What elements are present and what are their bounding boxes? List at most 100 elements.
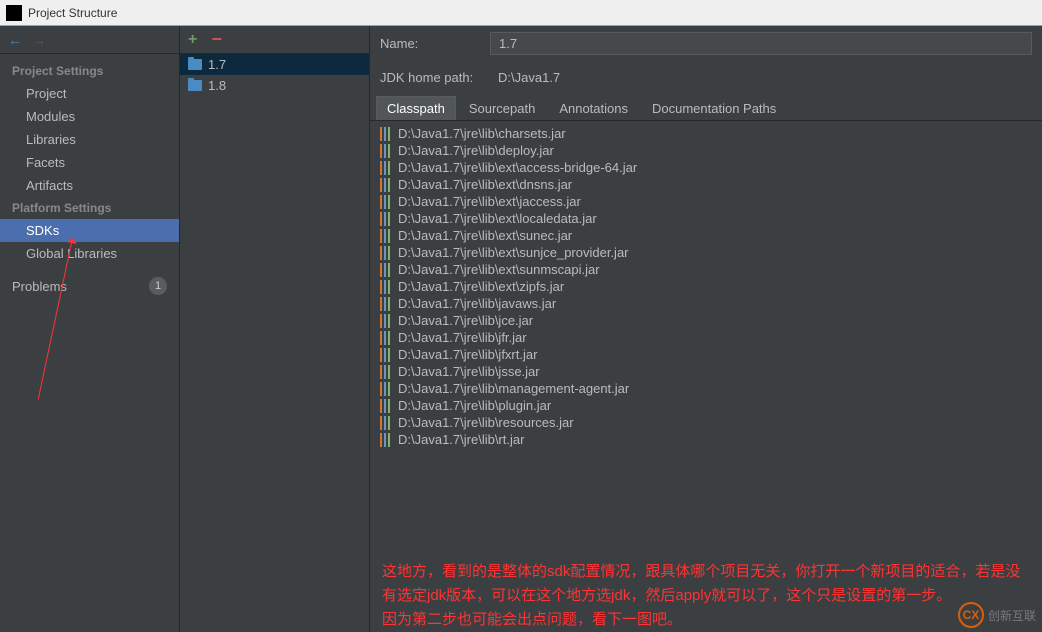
jar-icon <box>380 314 392 328</box>
classpath-entry[interactable]: D:\Java1.7\jre\lib\ext\sunjce_provider.j… <box>370 244 1042 261</box>
classpath-entry[interactable]: D:\Java1.7\jre\lib\jfxrt.jar <box>370 346 1042 363</box>
jar-icon <box>380 348 392 362</box>
jar-icon <box>380 195 392 209</box>
sidebar-item-sdks[interactable]: SDKs <box>0 219 179 242</box>
tab-documentation-paths[interactable]: Documentation Paths <box>641 96 787 120</box>
titlebar: Project Structure <box>0 0 1042 26</box>
sidebar-item-global-libraries[interactable]: Global Libraries <box>0 242 179 265</box>
classpath-entry[interactable]: D:\Java1.7\jre\lib\ext\sunec.jar <box>370 227 1042 244</box>
classpath-path: D:\Java1.7\jre\lib\ext\dnsns.jar <box>398 177 572 192</box>
classpath-path: D:\Java1.7\jre\lib\deploy.jar <box>398 143 554 158</box>
sidebar-item-problems[interactable]: Problems 1 <box>0 273 179 299</box>
jar-icon <box>380 144 392 158</box>
classpath-entry[interactable]: D:\Java1.7\jre\lib\resources.jar <box>370 414 1042 431</box>
sdk-label: 1.7 <box>208 57 226 72</box>
classpath-entry[interactable]: D:\Java1.7\jre\lib\jfr.jar <box>370 329 1042 346</box>
platform-settings-header: Platform Settings <box>0 197 179 219</box>
folder-icon <box>188 59 202 70</box>
classpath-path: D:\Java1.7\jre\lib\resources.jar <box>398 415 574 430</box>
watermark-text: 创新互联 <box>988 607 1036 624</box>
jar-icon <box>380 246 392 260</box>
classpath-entry[interactable]: D:\Java1.7\jre\lib\jsse.jar <box>370 363 1042 380</box>
jar-icon <box>380 127 392 141</box>
app-icon <box>6 5 22 21</box>
classpath-path: D:\Java1.7\jre\lib\ext\jaccess.jar <box>398 194 581 209</box>
jar-icon <box>380 365 392 379</box>
classpath-path: D:\Java1.7\jre\lib\ext\sunjce_provider.j… <box>398 245 629 260</box>
name-label: Name: <box>380 36 480 51</box>
sdk-label: 1.8 <box>208 78 226 93</box>
problems-label: Problems <box>12 279 67 294</box>
classpath-path: D:\Java1.7\jre\lib\javaws.jar <box>398 296 556 311</box>
jar-icon <box>380 178 392 192</box>
annotation-text: 这地方，看到的是整体的sdk配置情况，跟具体哪个项目无关，你打开一个新项目的适合… <box>370 550 1042 632</box>
jar-icon <box>380 331 392 345</box>
classpath-entry[interactable]: D:\Java1.7\jre\lib\ext\localedata.jar <box>370 210 1042 227</box>
project-settings-header: Project Settings <box>0 60 179 82</box>
left-panel: ← → Project Settings Project Modules Lib… <box>0 26 180 632</box>
classpath-path: D:\Java1.7\jre\lib\ext\zipfs.jar <box>398 279 564 294</box>
classpath-entry[interactable]: D:\Java1.7\jre\lib\ext\jaccess.jar <box>370 193 1042 210</box>
jar-icon <box>380 416 392 430</box>
sidebar-item-libraries[interactable]: Libraries <box>0 128 179 151</box>
classpath-path: D:\Java1.7\jre\lib\plugin.jar <box>398 398 551 413</box>
classpath-entry[interactable]: D:\Java1.7\jre\lib\plugin.jar <box>370 397 1042 414</box>
classpath-path: D:\Java1.7\jre\lib\management-agent.jar <box>398 381 629 396</box>
jdk-home-label: JDK home path: <box>380 70 480 85</box>
classpath-path: D:\Java1.7\jre\lib\rt.jar <box>398 432 524 447</box>
classpath-entry[interactable]: D:\Java1.7\jre\lib\ext\sunmscapi.jar <box>370 261 1042 278</box>
jar-icon <box>380 399 392 413</box>
classpath-entry[interactable]: D:\Java1.7\jre\lib\ext\access-bridge-64.… <box>370 159 1042 176</box>
classpath-path: D:\Java1.7\jre\lib\charsets.jar <box>398 126 566 141</box>
jar-icon <box>380 263 392 277</box>
window-title: Project Structure <box>28 6 117 20</box>
jar-icon <box>380 382 392 396</box>
sdk-list: 1.71.8 <box>180 54 369 96</box>
classpath-entry[interactable]: D:\Java1.7\jre\lib\deploy.jar <box>370 142 1042 159</box>
sidebar-item-artifacts[interactable]: Artifacts <box>0 174 179 197</box>
classpath-path: D:\Java1.7\jre\lib\jfr.jar <box>398 330 527 345</box>
classpath-path: D:\Java1.7\jre\lib\ext\access-bridge-64.… <box>398 160 637 175</box>
classpath-path: D:\Java1.7\jre\lib\ext\localedata.jar <box>398 211 597 226</box>
middle-panel: + − 1.71.8 <box>180 26 370 632</box>
jdk-home-path: D:\Java1.7 <box>490 67 1032 88</box>
problems-count-badge: 1 <box>149 277 167 295</box>
sdk-toolbar: + − <box>180 26 369 54</box>
right-panel: Name: JDK home path: D:\Java1.7 Classpat… <box>370 26 1042 632</box>
back-arrow-icon[interactable]: ← <box>8 32 22 48</box>
classpath-path: D:\Java1.7\jre\lib\ext\sunec.jar <box>398 228 572 243</box>
jar-icon <box>380 297 392 311</box>
remove-sdk-icon[interactable]: − <box>211 29 222 50</box>
sdk-item[interactable]: 1.8 <box>180 75 369 96</box>
classpath-path: D:\Java1.7\jre\lib\jfxrt.jar <box>398 347 537 362</box>
classpath-list[interactable]: D:\Java1.7\jre\lib\charsets.jar D:\Java1.… <box>370 121 1042 550</box>
add-sdk-icon[interactable]: + <box>188 31 197 49</box>
classpath-entry[interactable]: D:\Java1.7\jre\lib\javaws.jar <box>370 295 1042 312</box>
classpath-entry[interactable]: D:\Java1.7\jre\lib\charsets.jar <box>370 125 1042 142</box>
classpath-entry[interactable]: D:\Java1.7\jre\lib\ext\dnsns.jar <box>370 176 1042 193</box>
classpath-entry[interactable]: D:\Java1.7\jre\lib\rt.jar <box>370 431 1042 448</box>
name-input[interactable] <box>490 32 1032 55</box>
sidebar-item-modules[interactable]: Modules <box>0 105 179 128</box>
nav-bar: ← → <box>0 26 179 54</box>
forward-arrow-icon[interactable]: → <box>32 32 46 48</box>
watermark-logo: CX <box>958 602 984 628</box>
jar-icon <box>380 161 392 175</box>
tab-classpath[interactable]: Classpath <box>376 96 456 120</box>
classpath-path: D:\Java1.7\jre\lib\ext\sunmscapi.jar <box>398 262 600 277</box>
classpath-path: D:\Java1.7\jre\lib\jsse.jar <box>398 364 540 379</box>
jar-icon <box>380 433 392 447</box>
jar-icon <box>380 280 392 294</box>
tab-annotations[interactable]: Annotations <box>548 96 639 120</box>
jar-icon <box>380 229 392 243</box>
sidebar-item-project[interactable]: Project <box>0 82 179 105</box>
sidebar-item-facets[interactable]: Facets <box>0 151 179 174</box>
folder-icon <box>188 80 202 91</box>
watermark: CX 创新互联 <box>958 602 1036 628</box>
classpath-entry[interactable]: D:\Java1.7\jre\lib\management-agent.jar <box>370 380 1042 397</box>
annotation-line1: 这地方，看到的是整体的sdk配置情况，跟具体哪个项目无关，你打开一个新项目的适合… <box>382 560 1030 608</box>
classpath-entry[interactable]: D:\Java1.7\jre\lib\jce.jar <box>370 312 1042 329</box>
sdk-item[interactable]: 1.7 <box>180 54 369 75</box>
classpath-entry[interactable]: D:\Java1.7\jre\lib\ext\zipfs.jar <box>370 278 1042 295</box>
tab-sourcepath[interactable]: Sourcepath <box>458 96 547 120</box>
